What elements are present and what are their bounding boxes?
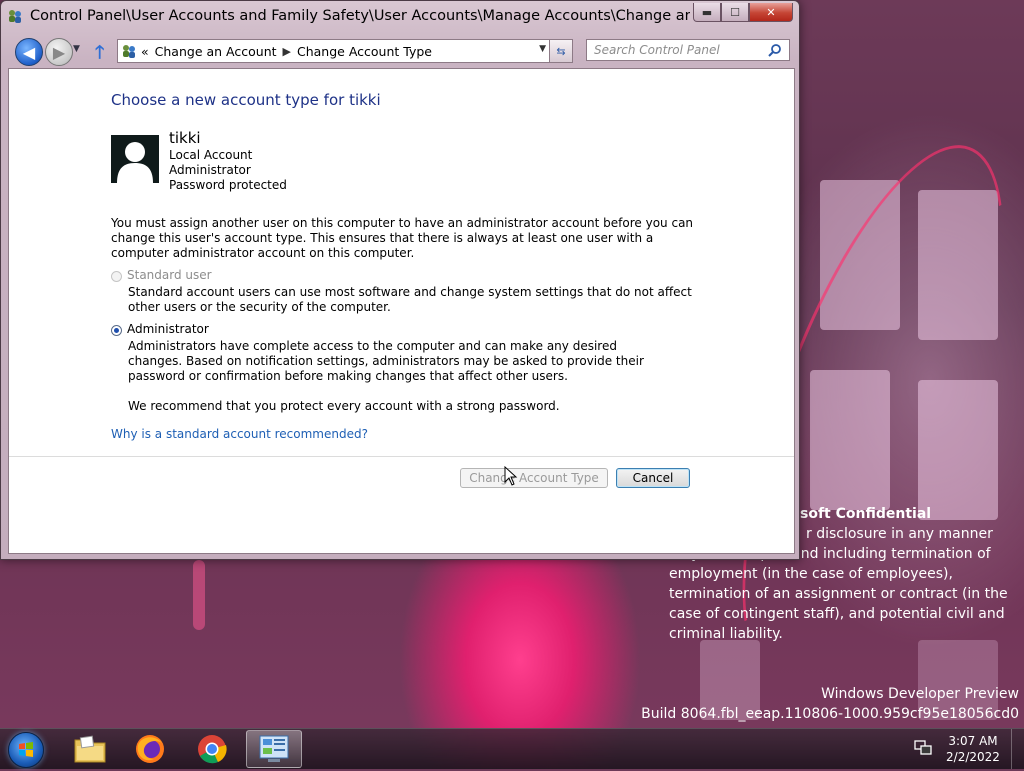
start-button[interactable]: [8, 732, 44, 768]
cancel-button[interactable]: Cancel: [616, 468, 690, 488]
taskbar-control-panel[interactable]: [246, 730, 302, 768]
firefox-icon: [136, 735, 164, 763]
watermark-build-number: Build 8064.fbl_eeap.110806-1000.959cf95e…: [641, 706, 1019, 722]
caption-buttons: ▬ ☐ ✕: [693, 3, 793, 22]
taskbar-file-explorer[interactable]: [62, 730, 118, 768]
up-arrow-icon[interactable]: 🡑: [95, 40, 104, 70]
user-account-scope: Local Account: [169, 148, 253, 162]
divider: [9, 456, 794, 457]
forward-button[interactable]: ▶: [45, 38, 73, 66]
control-panel-icon: [259, 735, 289, 762]
refresh-button[interactable]: ⇆: [549, 39, 573, 63]
search-placeholder: Search Control Panel: [594, 43, 720, 57]
standard-user-radio[interactable]: [111, 271, 122, 282]
administrator-radio[interactable]: [111, 325, 122, 336]
control-panel-icon: [123, 45, 135, 58]
chrome-icon: [198, 735, 227, 764]
address-dropdown-icon[interactable]: ▼: [539, 44, 546, 54]
address-bar[interactable]: « Change an Account ▶ Change Account Typ…: [117, 39, 551, 63]
change-account-type-button[interactable]: Change Account Type: [460, 468, 608, 488]
windows-logo-icon: [19, 742, 33, 757]
taskbar-chrome[interactable]: [184, 730, 240, 768]
breadcrumb-change-account-type[interactable]: Change Account Type: [297, 44, 432, 59]
watermark-confidential: soft Confidential: [800, 506, 932, 522]
user-accounts-icon: [9, 10, 21, 23]
user-account-type: Administrator: [169, 163, 251, 177]
radio-selected-dot: [114, 328, 119, 333]
maximize-button[interactable]: ☐: [721, 3, 749, 22]
recent-pages-dropdown-icon[interactable]: ▼: [73, 44, 80, 54]
clock-date: 2/2/2022: [946, 750, 1000, 764]
breadcrumb-separator-icon[interactable]: ▶: [283, 45, 291, 58]
standard-user-label[interactable]: Standard user: [127, 268, 212, 282]
watermark-build: Windows Developer Preview Build 8064.fbl…: [641, 684, 1019, 724]
content-pane: Choose a new account type for tikki tikk…: [8, 68, 795, 554]
network-icon[interactable]: [914, 740, 932, 756]
clock-time: 3:07 AM: [948, 734, 998, 748]
administrator-label[interactable]: Administrator: [127, 322, 209, 336]
user-name: tikki: [169, 129, 201, 147]
folder-icon: [74, 735, 106, 763]
control-panel-window: Control Panel\User Accounts and Family S…: [0, 0, 800, 560]
page-heading: Choose a new account type for tikki: [111, 91, 381, 109]
user-password-status: Password protected: [169, 178, 287, 192]
navigation-bar: ◀ ▶ ▼ 🡑 « Change an Account ▶ Change Acc…: [1, 37, 799, 66]
breadcrumb-change-account[interactable]: Change an Account: [155, 44, 277, 59]
refresh-icon: ⇆: [556, 44, 566, 58]
system-clock[interactable]: 3:07 AM 2/2/2022: [940, 733, 1006, 765]
administrator-description: Administrators have complete access to t…: [128, 339, 644, 383]
mouse-cursor-icon: [504, 466, 518, 486]
notice-text: You must assign another user on this com…: [111, 216, 694, 260]
standard-user-description: Standard account users can use most soft…: [128, 285, 692, 314]
password-recommendation: We recommend that you protect every acco…: [128, 399, 560, 413]
close-button[interactable]: ✕: [749, 3, 793, 22]
search-icon[interactable]: [768, 43, 782, 57]
taskbar: 3:07 AM 2/2/2022: [0, 728, 1024, 769]
back-button[interactable]: ◀: [15, 38, 43, 66]
show-desktop-button[interactable]: [1011, 729, 1024, 769]
watermark-edition: Windows Developer Preview: [821, 686, 1019, 702]
minimize-button[interactable]: ▬: [693, 3, 721, 22]
standard-account-help-link[interactable]: Why is a standard account recommended?: [111, 427, 368, 441]
title-bar[interactable]: Control Panel\User Accounts and Family S…: [1, 1, 799, 33]
user-avatar-icon: [111, 135, 159, 183]
taskbar-firefox[interactable]: [122, 730, 178, 768]
address-prefix[interactable]: «: [141, 44, 149, 59]
search-input[interactable]: Search Control Panel: [586, 39, 790, 61]
window-title: Control Panel\User Accounts and Family S…: [30, 8, 690, 24]
